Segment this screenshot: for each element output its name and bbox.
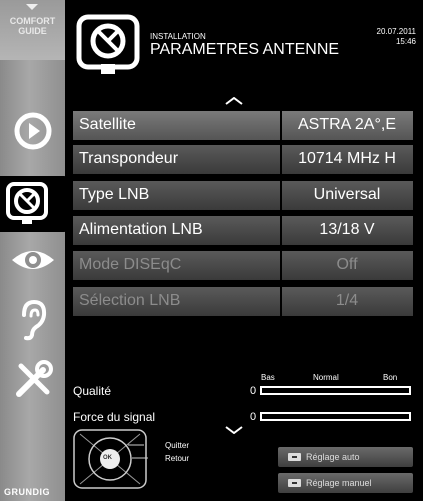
setting-value: ASTRA 2A°,E <box>298 116 396 133</box>
quality-meter <box>260 386 411 395</box>
sidebar-item-image[interactable] <box>0 240 65 280</box>
sidebar-item-picture[interactable] <box>0 108 65 154</box>
sidebar: COMFORT GUIDE GRUNDIG <box>0 0 68 501</box>
manual-scan-button[interactable]: Réglage manuel <box>278 473 413 493</box>
setting-value: Universal <box>313 186 381 203</box>
auto-scan-button[interactable]: Réglage auto <box>278 447 413 467</box>
page-title: PARAMETRES ANTENNE <box>150 41 340 58</box>
setting-row-satellite[interactable]: Satellite ASTRA 2A°,E <box>73 111 413 140</box>
setting-label: Sélection LNB <box>79 292 181 309</box>
grundig-logo: GRUNDIG <box>4 487 50 497</box>
setting-value: 10714 MHz H <box>298 150 396 167</box>
manual-scan-label: Réglage manuel <box>306 478 372 488</box>
satellite-dish-icon <box>76 14 140 74</box>
setting-label: Satellite <box>79 116 136 133</box>
sidebar-item-sound[interactable] <box>0 296 65 344</box>
row-divider <box>280 287 282 316</box>
setting-value: 1/4 <box>335 292 359 309</box>
comfort-guide-button[interactable]: COMFORT GUIDE <box>0 0 65 60</box>
setting-label: Type LNB <box>79 186 150 203</box>
eye-icon <box>11 251 54 269</box>
sidebar-item-installation[interactable] <box>0 176 68 232</box>
section-label: INSTALLATION <box>150 32 206 41</box>
auto-scan-label: Réglage auto <box>306 452 360 462</box>
date-time: 20.07.2011 15:46 <box>377 27 416 47</box>
satellite-dish-icon <box>6 182 48 224</box>
row-divider <box>280 111 282 140</box>
scale-low-label: Bas <box>261 373 275 382</box>
scale-mid-label: Normal <box>313 373 339 382</box>
row-divider <box>280 251 282 280</box>
arrow-down-icon <box>26 4 38 10</box>
signal-strength-meter <box>260 412 411 421</box>
back-hint: Retour <box>165 454 190 463</box>
setting-label: Mode DISEqC <box>79 256 182 273</box>
comfort-label: COMFORT <box>9 16 56 26</box>
scroll-down-icon[interactable] <box>225 426 243 434</box>
header-icon <box>76 14 142 79</box>
remote-key-icon <box>288 479 301 487</box>
guide-label: GUIDE <box>18 26 47 36</box>
setting-row-lnb-type[interactable]: Type LNB Universal <box>73 181 413 210</box>
signal-strength-label: Force du signal <box>73 410 156 424</box>
time-text: 15:46 <box>395 37 416 46</box>
quality-value: 0 <box>250 385 257 397</box>
signal-strength-value: 0 <box>250 411 257 423</box>
setting-label: Alimentation LNB <box>79 221 203 238</box>
remote-control-icon <box>73 429 148 489</box>
remote-key-icon <box>288 453 301 461</box>
play-icon <box>14 112 51 150</box>
row-divider <box>280 181 282 210</box>
setting-row-lnb-power[interactable]: Alimentation LNB 13/18 V <box>73 216 413 245</box>
row-divider <box>280 216 282 245</box>
setting-label: Transpondeur <box>79 150 179 167</box>
quality-label: Qualité <box>73 384 112 398</box>
setting-row-diseqc-mode: Mode DISEqC Off <box>73 251 413 280</box>
setting-value: 13/18 V <box>319 221 375 238</box>
sidebar-item-settings[interactable] <box>0 356 65 404</box>
ok-key-label: OK <box>103 455 112 461</box>
setting-row-transponder[interactable]: Transpondeur 10714 MHz H <box>73 145 413 174</box>
quit-hint: Quitter <box>165 441 190 450</box>
date-text: 20.07.2011 <box>376 27 416 36</box>
tools-icon <box>15 360 53 397</box>
ear-icon <box>21 299 46 341</box>
scroll-up-icon[interactable] <box>225 97 243 105</box>
setting-row-lnb-selection: Sélection LNB 1/4 <box>73 287 413 316</box>
setting-value: Off <box>336 256 358 273</box>
row-divider <box>280 145 282 174</box>
scale-high-label: Bon <box>383 373 398 382</box>
